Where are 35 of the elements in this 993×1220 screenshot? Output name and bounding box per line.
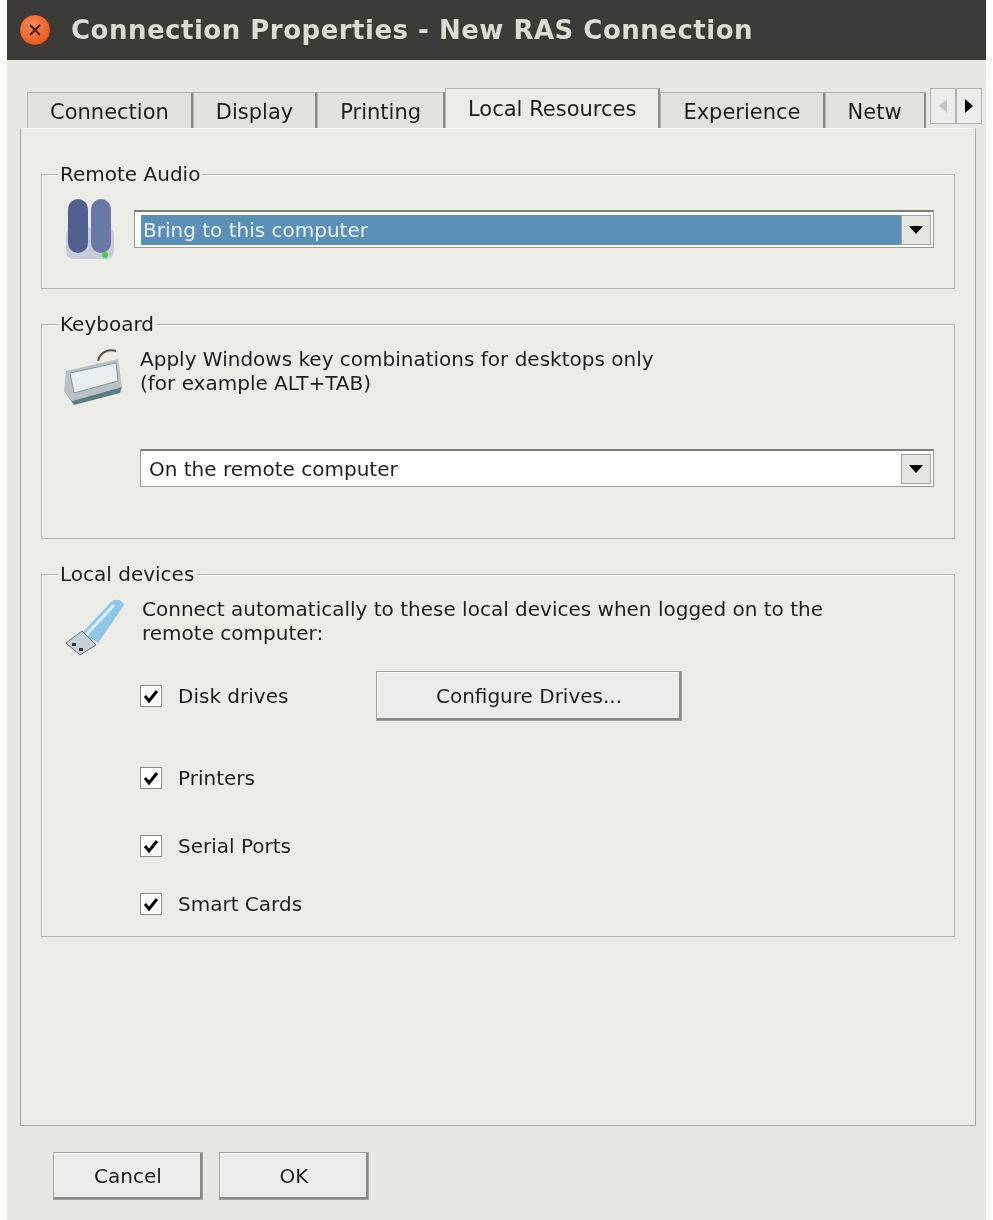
checkbox[interactable] [140,835,162,857]
keyboard-icon [62,347,124,405]
caret-icon [909,225,923,234]
window-title: Connection Properties - New RAS Connection [71,13,754,47]
dialog-button[interactable]: Cancel [53,1152,203,1200]
scroll-right-button[interactable] [956,88,982,124]
devices-description: Connect automatically to these local devices when logged on to the remote computer: [142,597,823,646]
close-icon [29,24,41,36]
checkbox-label: Smart Cards [178,891,304,918]
tab[interactable]: Display [192,92,318,128]
check-icon [143,689,159,703]
check-icon [143,839,159,853]
left-arrow-icon [938,98,948,114]
tab[interactable]: Experience [660,92,825,128]
checkbox[interactable] [140,685,162,707]
checkbox-label: Disk drives [178,683,290,710]
tab[interactable]: Connection [27,92,193,128]
dialog-button[interactable]: OK [219,1152,369,1200]
close-button[interactable] [19,14,51,46]
keyboard-description: Apply Windows key combinations for desktops only (for example ALT+TAB) [140,347,654,396]
check-icon [143,771,159,785]
checkbox-label: Serial Ports [178,833,293,860]
checkbox-label: Printers [178,765,256,792]
right-arrow-icon [964,98,974,114]
caret-icon [909,464,923,473]
keyboard-dropdown[interactable]: On the remote computer [140,449,934,487]
check-icon [143,897,159,911]
tab[interactable]: Printing [317,92,446,128]
checkbox[interactable] [140,767,162,789]
dropdown-value: Bring to this computer [141,214,901,245]
tab[interactable]: Netw [824,92,926,128]
dropdown-value: On the remote computer [148,455,399,483]
checkbox[interactable] [140,893,162,915]
configure-drives-button[interactable]: Configure Drives... [376,671,682,721]
tab[interactable]: Local Resources [445,88,661,128]
